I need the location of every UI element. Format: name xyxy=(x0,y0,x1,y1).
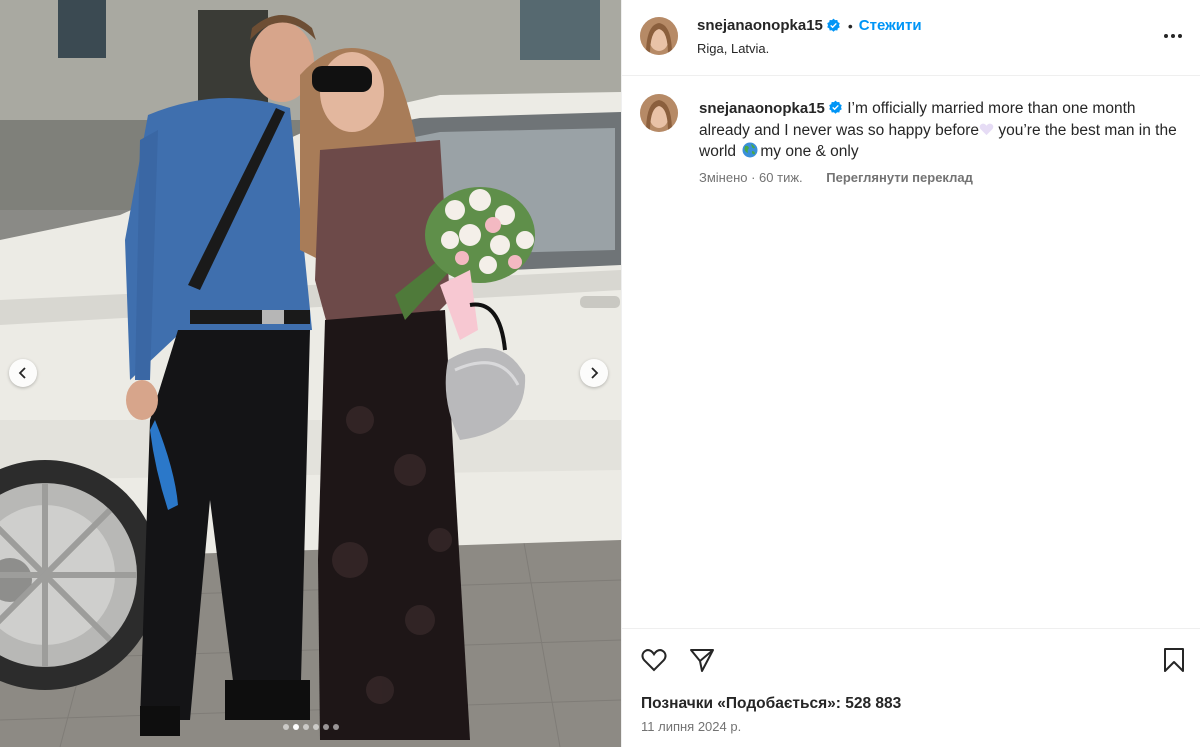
avatar-image xyxy=(640,17,678,55)
share-icon[interactable] xyxy=(688,646,716,674)
edited-timestamp: Змінено · 60 тиж. xyxy=(699,170,803,185)
carousel-indicator xyxy=(0,724,621,730)
carousel-dot xyxy=(302,724,309,730)
chevron-right-icon xyxy=(591,367,599,379)
caption-username[interactable]: snejanaonopka15 xyxy=(699,100,825,117)
heart-icon[interactable] xyxy=(640,646,668,674)
caption-text: snejanaonopka15 I’m officially married m… xyxy=(699,98,1179,163)
post-image xyxy=(0,0,621,747)
bookmark-icon[interactable] xyxy=(1160,646,1188,674)
follow-button[interactable]: Стежити xyxy=(859,17,922,34)
caption-body-part3: my one & only xyxy=(760,143,859,160)
more-options-icon[interactable] xyxy=(1161,24,1185,48)
post-details-panel: snejanaonopka15 • Стежити Riga, Latvia. … xyxy=(621,0,1200,747)
header-separator: • xyxy=(847,17,853,34)
author-avatar[interactable] xyxy=(640,17,678,55)
post-location[interactable]: Riga, Latvia. xyxy=(697,41,769,56)
carousel-dot xyxy=(312,724,319,730)
verified-badge-icon xyxy=(829,100,842,114)
caption-avatar[interactable] xyxy=(640,94,678,132)
verified-badge-icon xyxy=(827,18,840,32)
carousel-dot xyxy=(292,724,299,730)
globe-emoji-icon xyxy=(742,142,758,158)
post-actions: Позначки «Подобається»: 528 883 11 липня… xyxy=(622,628,1200,747)
likes-count[interactable]: Позначки «Подобається»: 528 883 xyxy=(641,695,901,713)
carousel-prev-button[interactable] xyxy=(9,359,37,387)
caption-meta: Змінено · 60 тиж. Переглянути переклад xyxy=(699,170,973,185)
author-username[interactable]: snejanaonopka15 xyxy=(697,17,823,34)
post-header: snejanaonopka15 • Стежити Riga, Latvia. xyxy=(622,0,1200,76)
avatar-image xyxy=(640,94,678,132)
carousel-dot xyxy=(322,724,329,730)
carousel-dot xyxy=(282,724,289,730)
chevron-left-icon xyxy=(18,367,26,379)
heart-emoji-icon xyxy=(979,123,994,135)
see-translation-link[interactable]: Переглянути переклад xyxy=(826,170,973,185)
post-date[interactable]: 11 липня 2024 р. xyxy=(641,719,741,734)
post-photo[interactable] xyxy=(0,0,621,747)
carousel-dot xyxy=(332,724,339,730)
carousel-next-button[interactable] xyxy=(580,359,608,387)
